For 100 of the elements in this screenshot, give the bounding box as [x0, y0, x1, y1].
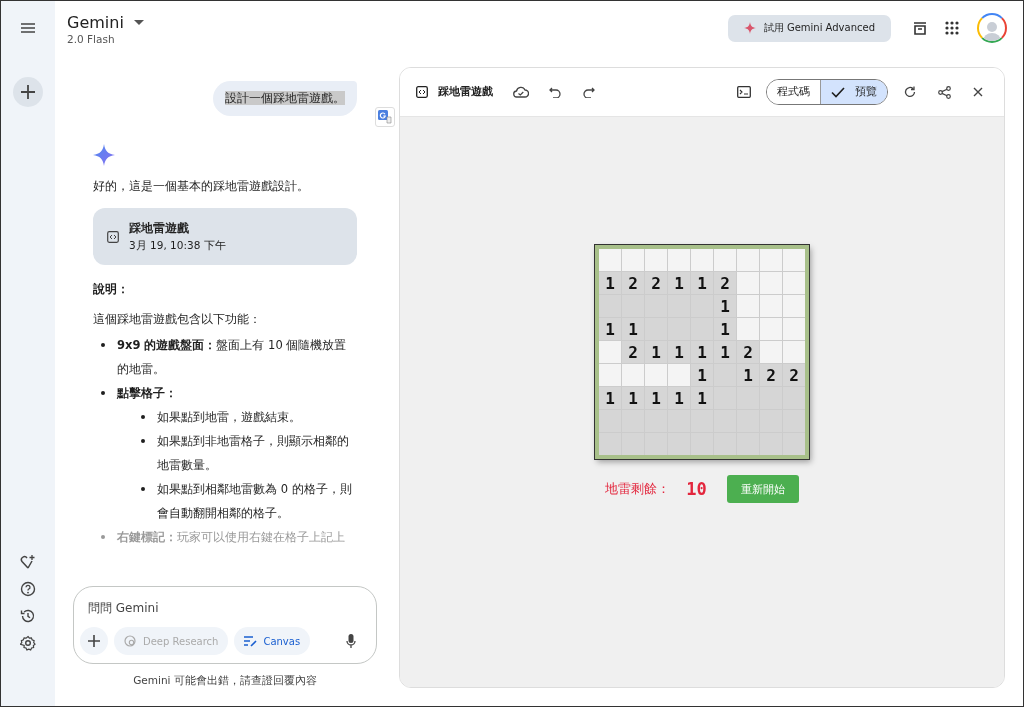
prompt-box[interactable]: 問問 Gemini Deep Research Canvas [73, 586, 377, 664]
board-cell[interactable]: 2 [714, 272, 736, 294]
view-tab[interactable]: 預覽 [820, 80, 887, 104]
board-cell[interactable] [668, 249, 690, 271]
board-cell[interactable] [599, 295, 621, 317]
board-cell[interactable] [622, 433, 644, 455]
board-cell[interactable]: 1 [714, 295, 736, 317]
board-cell[interactable] [783, 318, 805, 340]
disclaimer-text: Gemini 可能會出錯，請查證回覆內容 [132, 674, 318, 688]
board-cell[interactable] [622, 249, 644, 271]
board-cell[interactable] [783, 249, 805, 271]
board-cell[interactable]: 1 [599, 318, 621, 340]
board-cell[interactable]: 1 [668, 341, 690, 363]
board-cell[interactable]: 2 [783, 364, 805, 386]
board-cell[interactable] [737, 295, 759, 317]
artifact-timestamp: 3月 19, 10:38 下午 [129, 238, 226, 253]
heart-sparkle-icon [20, 554, 36, 570]
account-avatar[interactable] [977, 13, 1007, 43]
board-cell[interactable] [760, 341, 782, 363]
dropdown-caret-icon[interactable] [133, 19, 144, 26]
board-cell[interactable] [760, 433, 782, 455]
plus-icon [88, 635, 100, 647]
board-cell[interactable]: 1 [599, 387, 621, 409]
board-cell[interactable] [783, 387, 805, 409]
plus-icon [21, 85, 35, 99]
person-silhouette-icon [981, 19, 1003, 41]
user-message: 設計一個踩地雷遊戲。 [213, 81, 357, 116]
tool-chip[interactable]: Canvas [234, 627, 311, 655]
board-cell[interactable]: 1 [599, 272, 621, 294]
board-cell[interactable]: 2 [760, 364, 782, 386]
add-button[interactable] [80, 627, 108, 655]
upgrade-button[interactable]: 試用 Gemini Advanced [727, 14, 891, 42]
board-cell[interactable] [737, 272, 759, 294]
board-cell[interactable] [599, 364, 621, 386]
board-cell[interactable]: 2 [645, 272, 667, 294]
board-cell[interactable]: 1 [622, 387, 644, 409]
board-cell[interactable]: 1 [645, 341, 667, 363]
board-cell[interactable] [760, 295, 782, 317]
board-cell[interactable]: 1 [737, 364, 759, 386]
mines-remaining-count: 10 [686, 479, 707, 499]
board-cell[interactable] [691, 433, 713, 455]
terminal-icon [737, 86, 751, 98]
board-cell[interactable] [668, 364, 690, 386]
artifact-card[interactable]: 踩地雷遊戲 3月 19, 10:38 下午 [93, 208, 357, 265]
board-cell[interactable] [599, 410, 621, 432]
board-cell[interactable] [783, 410, 805, 432]
microphone-icon[interactable] [346, 634, 356, 648]
help-icon [20, 581, 36, 597]
code-icon [416, 86, 428, 98]
board-cell[interactable] [760, 272, 782, 294]
board-cell[interactable] [645, 433, 667, 455]
board-cell[interactable] [691, 249, 713, 271]
settings-icon [20, 635, 36, 651]
board-cell[interactable]: 1 [645, 387, 667, 409]
board-cell[interactable] [760, 249, 782, 271]
artifact-title: 踩地雷遊戲 [129, 220, 190, 236]
gemini-sparkle-icon [93, 144, 115, 166]
board-cell[interactable] [737, 318, 759, 340]
board-cell[interactable] [760, 318, 782, 340]
board-cell[interactable]: 1 [622, 318, 644, 340]
board-cell[interactable] [783, 341, 805, 363]
board-cell[interactable]: 2 [622, 272, 644, 294]
board-cell[interactable] [783, 295, 805, 317]
board-cell[interactable]: 1 [691, 341, 713, 363]
board-cell[interactable] [645, 249, 667, 271]
board-cell[interactable] [737, 249, 759, 271]
board-cell[interactable]: 1 [714, 341, 736, 363]
sparkle-icon [743, 22, 756, 34]
board-cell[interactable] [714, 249, 736, 271]
new-chat-button[interactable] [13, 77, 43, 107]
board-cell[interactable] [645, 364, 667, 386]
board-cell[interactable]: 1 [691, 387, 713, 409]
bullet-text: 右鍵標記：玩家可以使用右鍵在格子上記上 [117, 530, 345, 544]
bullet-text: 9x9 的遊戲盤面：盤面上有 10 個隨機放置的地雷。 [117, 338, 347, 376]
board-cell[interactable] [737, 433, 759, 455]
lines-pen-icon [244, 635, 258, 647]
translate-button[interactable] [375, 107, 395, 127]
board-cell[interactable] [668, 433, 690, 455]
board-cell[interactable] [622, 364, 644, 386]
history-icon [20, 608, 36, 624]
board-cell[interactable]: 1 [668, 387, 690, 409]
board-cell[interactable]: 1 [668, 272, 690, 294]
board-cell[interactable] [783, 433, 805, 455]
board-cell[interactable] [599, 249, 621, 271]
menu-icon [21, 23, 35, 33]
board-cell[interactable] [599, 433, 621, 455]
board-cell[interactable]: 1 [691, 364, 713, 386]
paragraph: 這個踩地雷遊戲包含以下功能： [93, 311, 262, 328]
translate-icon [378, 110, 392, 124]
redo-icon [583, 86, 595, 98]
board-cell[interactable] [714, 433, 736, 455]
board-cell[interactable]: 1 [714, 318, 736, 340]
close-icon [973, 87, 983, 97]
board-cell[interactable] [783, 272, 805, 294]
mines-remaining-label: 地雷剩餘： [605, 480, 671, 498]
board-cell[interactable]: 2 [622, 341, 644, 363]
board-cell[interactable]: 1 [691, 272, 713, 294]
apps-grid-icon [944, 20, 960, 36]
board-cell[interactable]: 2 [737, 341, 759, 363]
board-cell[interactable] [599, 341, 621, 363]
